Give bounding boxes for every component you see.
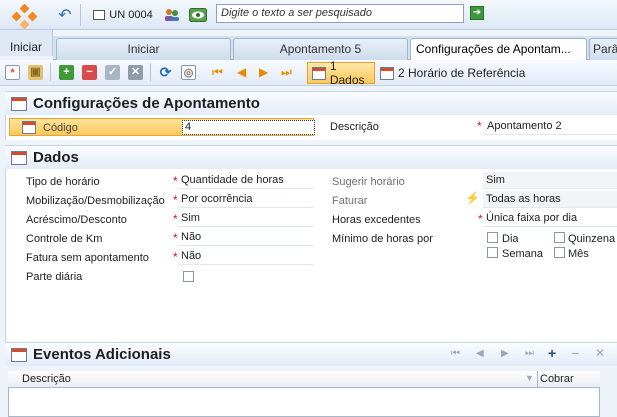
codigo-field[interactable]: Código 4 (9, 118, 315, 136)
separator (150, 63, 151, 81)
codigo-value[interactable]: 4 (182, 120, 315, 135)
horas-excedentes-value[interactable]: Única faixa por dia (483, 210, 617, 227)
dados-section-header: Dados (5, 145, 617, 169)
last-event-icon[interactable]: ⏭ (525, 348, 534, 359)
tab-iniciar[interactable]: Iniciar (56, 38, 231, 60)
required-mark: * (173, 193, 178, 207)
previous-event-icon[interactable]: ◀ (476, 348, 484, 359)
users-icon[interactable] (163, 5, 181, 25)
controle-km-label: Controle de Km (26, 233, 103, 245)
acrescimo-label: Acréscimo/Desconto (26, 214, 127, 226)
calendar-icon (312, 66, 326, 80)
start-label: Iniciar (10, 40, 43, 54)
user-code-label: UN 0004 (109, 9, 153, 21)
next-record-icon[interactable]: ▶ (259, 65, 268, 80)
fatura-sem-apontamento-label: Fatura sem apontamento (26, 252, 149, 264)
minimo-horas-label: Mínimo de horas por (332, 233, 433, 245)
config-title: Configurações de Apontamento (33, 95, 260, 112)
lock-icon[interactable]: ▣ (28, 65, 43, 80)
dia-label: Dia (502, 233, 519, 245)
parte-diaria-checkbox[interactable] (183, 271, 194, 282)
faturar-label: Faturar (332, 195, 368, 207)
required-mark: * (173, 231, 178, 245)
descricao-value[interactable]: Apontamento 2 (484, 118, 617, 135)
semana-checkbox[interactable] (487, 247, 498, 258)
dados-title: Dados (33, 149, 79, 166)
tab-dados-button[interactable]: 1 Dados (307, 59, 375, 87)
tipo-horario-label: Tipo de horário (26, 176, 100, 188)
col-descricao[interactable]: Descrição (22, 373, 71, 385)
horario-label: 2 Horário de Referência (398, 66, 526, 80)
last-record-icon[interactable]: ⏭ (281, 65, 292, 80)
horas-excedentes-label: Horas excedentes (332, 214, 421, 226)
confirm-icon[interactable]: ✓ (105, 65, 120, 80)
next-event-icon[interactable]: ▶ (501, 348, 509, 359)
close-event-icon[interactable]: ✕ (595, 346, 605, 360)
filter-dropdown-icon[interactable]: ▼ (525, 373, 534, 383)
parte-diaria-label: Parte diária (26, 271, 83, 283)
tab-horario-referencia-button[interactable]: 2 Horário de Referência (380, 62, 530, 84)
search-input[interactable]: Digite o texto a ser pesquisado (216, 4, 464, 23)
mes-label: Mês (568, 248, 589, 260)
codigo-label: Código (43, 122, 78, 134)
start-button[interactable]: Iniciar (0, 30, 53, 56)
add-event-icon[interactable]: + (548, 345, 556, 361)
tab-parametros[interactable]: Parâ (589, 38, 617, 60)
preview-icon[interactable]: ◎ (181, 65, 196, 80)
tab-apontamento-5[interactable]: Apontamento 5 (233, 38, 408, 60)
calendar-icon (11, 150, 27, 165)
calendar-icon (11, 347, 27, 362)
tipo-horario-value[interactable]: Quantidade de horas (178, 172, 313, 189)
remove-event-icon[interactable]: − (571, 345, 579, 361)
sugerir-horario-label: Sugerir horário (332, 176, 405, 188)
undo-icon[interactable]: ↶ (55, 5, 75, 25)
sugerir-horario-value: Sim (483, 172, 617, 189)
controle-km-value[interactable]: Não (178, 229, 313, 246)
tab-configuracoes-apontamento[interactable]: Configurações de Apontam... (410, 38, 587, 61)
required-mark: * (478, 212, 483, 226)
separator (80, 4, 81, 26)
config-panel: Código 4 Descrição * Apontamento 2 (5, 115, 617, 140)
calendar-icon (22, 121, 36, 134)
remove-icon[interactable]: − (82, 65, 97, 80)
col-cobrar[interactable]: Cobrar (540, 373, 574, 385)
dados-panel: Tipo de horário * Quantidade de horas Mo… (5, 169, 617, 342)
lightning-icon: ⚡ (465, 191, 480, 205)
first-record-icon[interactable]: ⏮ (212, 65, 223, 80)
first-event-icon[interactable]: ⏮ (451, 348, 460, 359)
tab-bar: Iniciar Apontamento 5 Configurações de A… (53, 36, 617, 61)
descricao-label: Descrição (330, 121, 379, 133)
separator (50, 63, 51, 81)
required-mark: * (173, 174, 178, 188)
eventos-table-header: Descrição ▼ Cobrar (8, 371, 600, 388)
previous-record-icon[interactable]: ◀ (237, 65, 246, 80)
mes-checkbox[interactable] (554, 247, 565, 258)
keyboard-icon (93, 10, 106, 20)
new-record-icon[interactable]: * (5, 65, 20, 80)
eventos-title: Eventos Adicionais (33, 346, 171, 363)
calendar-icon (380, 66, 394, 80)
dia-checkbox[interactable] (487, 232, 498, 243)
quinzena-checkbox[interactable] (554, 232, 565, 243)
fatura-sem-apontamento-value[interactable]: Não (178, 248, 313, 265)
semana-label: Semana (502, 248, 543, 260)
column-divider (537, 371, 538, 387)
search-go-button[interactable]: ➔ (470, 6, 484, 20)
dados-label: 1 Dados (329, 59, 365, 87)
faturar-value: Todas as horas (483, 191, 617, 208)
required-mark: * (477, 119, 482, 133)
add-icon[interactable]: + (59, 65, 74, 80)
cancel-icon[interactable]: ✕ (128, 65, 143, 80)
required-mark: * (173, 212, 178, 226)
quinzena-label: Quinzena (568, 233, 616, 245)
mobilizacao-label: Mobilização/Desmobilização (26, 195, 165, 207)
user-code-button[interactable]: UN 0004 (88, 5, 158, 25)
required-mark: * (173, 250, 178, 264)
calendar-icon (11, 96, 27, 111)
view-icon[interactable] (188, 5, 208, 25)
refresh-icon[interactable]: ⟳ (158, 65, 173, 80)
mobilizacao-value[interactable]: Por ocorrência (178, 191, 313, 208)
config-section-header: Configurações de Apontamento (5, 91, 617, 115)
acrescimo-value[interactable]: Sim (178, 210, 313, 227)
